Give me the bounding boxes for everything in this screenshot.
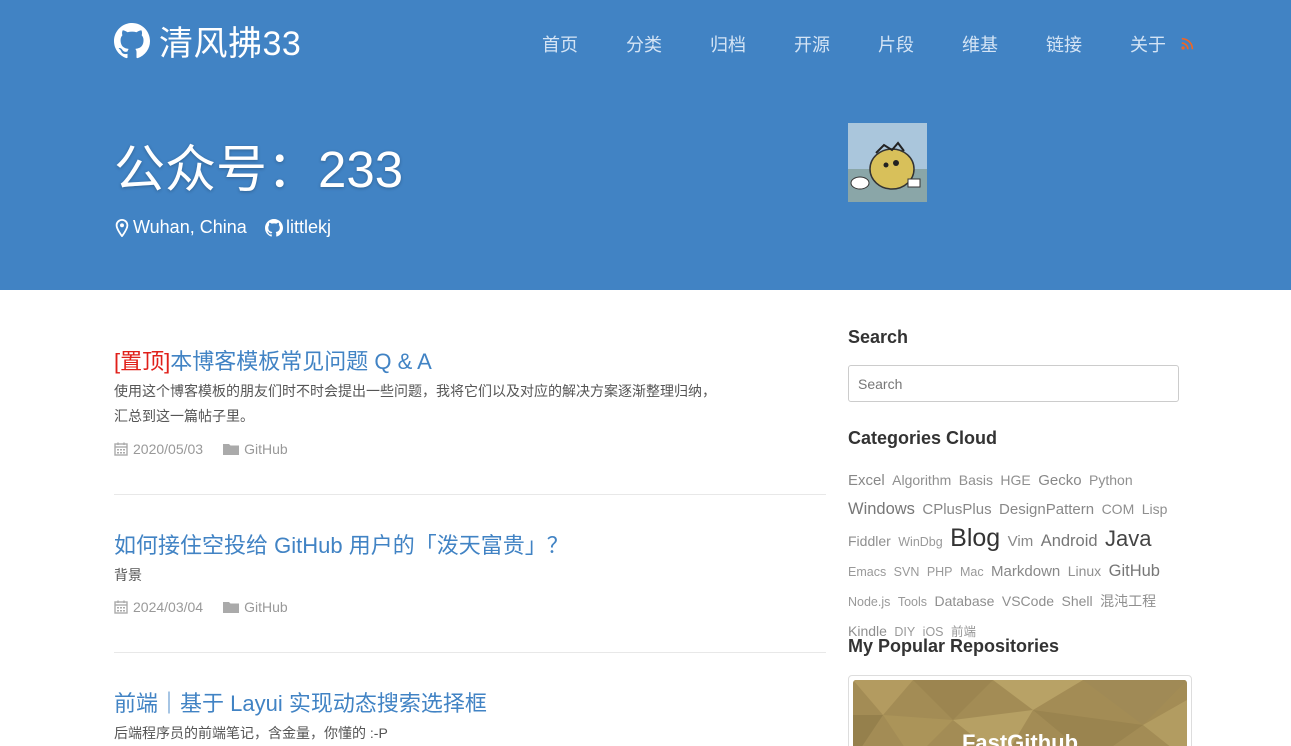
calendar-icon: [114, 600, 128, 614]
location-text: Wuhan, China: [133, 217, 247, 237]
repos-heading: My Popular Repositories: [848, 636, 1060, 656]
github-link[interactable]: littlekj: [265, 217, 331, 238]
post-category[interactable]: GitHub: [244, 441, 288, 457]
category-tag[interactable]: SVN: [894, 565, 920, 579]
category-tag[interactable]: Database: [934, 593, 994, 609]
calendar-icon: [114, 442, 128, 456]
post-excerpt: 背景: [114, 567, 142, 583]
location-pin-icon: [115, 218, 129, 237]
category-tag[interactable]: Markdown: [991, 563, 1060, 580]
category-tag[interactable]: VSCode: [1002, 593, 1054, 609]
folder-icon: [223, 444, 240, 455]
nav-item-open-source[interactable]: 开源: [794, 31, 830, 57]
post-date: 2020/05/03: [133, 441, 204, 457]
post-meta: 2020/05/03 GitHub: [114, 441, 288, 457]
categories-heading: Categories Cloud: [848, 428, 998, 448]
category-tag[interactable]: HGE: [1000, 472, 1030, 488]
category-tag[interactable]: PHP: [927, 565, 953, 579]
search-heading: Search: [848, 327, 909, 347]
post-divider: [114, 494, 826, 495]
category-tag[interactable]: Basis: [959, 472, 993, 488]
nav-item-home[interactable]: 首页: [542, 31, 578, 57]
folder-icon: [223, 602, 240, 613]
category-tag[interactable]: Shell: [1061, 593, 1092, 609]
category-tag[interactable]: Excel: [848, 472, 885, 489]
repo-banner: FastGithub: [853, 680, 1187, 746]
search-input[interactable]: [848, 365, 1179, 402]
nav-item-about[interactable]: 关于: [1130, 31, 1166, 57]
category-tag[interactable]: Algorithm: [892, 472, 951, 488]
nav-item-archives[interactable]: 归档: [710, 31, 746, 57]
category-tag[interactable]: Python: [1089, 472, 1133, 488]
nav-item-links[interactable]: 链接: [1046, 31, 1082, 57]
post-title-link[interactable]: [置顶]本博客模板常见问题 Q & A: [114, 344, 432, 376]
category-tag[interactable]: DesignPattern: [999, 501, 1094, 518]
category-tag[interactable]: Android: [1041, 532, 1098, 550]
github-username: littlekj: [286, 217, 332, 237]
post-title-link[interactable]: 前端｜基于 Layui 实现动态搜索选择框: [114, 686, 487, 718]
category-tag[interactable]: Tools: [898, 595, 927, 609]
category-tag[interactable]: CPlusPlus: [922, 501, 991, 518]
nav-item-categories[interactable]: 分类: [626, 31, 662, 57]
post-divider: [114, 652, 826, 653]
nav-item-snippets[interactable]: 片段: [878, 31, 914, 57]
category-tag[interactable]: GitHub: [1109, 562, 1160, 580]
repo-card[interactable]: FastGithub: [848, 675, 1192, 746]
category-tag[interactable]: COM: [1102, 501, 1135, 517]
category-tag[interactable]: Node.js: [848, 595, 890, 609]
category-tag[interactable]: WinDbg: [898, 535, 942, 549]
post-date: 2024/03/04: [133, 599, 204, 615]
pinned-label: [置顶]: [114, 349, 171, 374]
rss-icon[interactable]: [1181, 37, 1194, 50]
nav-item-wiki[interactable]: 维基: [962, 31, 998, 57]
category-tag[interactable]: Blog: [950, 524, 1000, 552]
post-title-text: 如何接住空投给 GitHub 用户的「泼天富贵」？: [114, 533, 569, 558]
location-info: Wuhan, China: [114, 217, 247, 238]
category-tag[interactable]: Fiddler: [848, 533, 891, 549]
category-tag[interactable]: Java: [1105, 526, 1151, 551]
post-meta: 2024/03/04 GitHub: [114, 599, 288, 615]
hero-title: 公众号：233: [114, 141, 404, 198]
category-tag[interactable]: Emacs: [848, 565, 886, 579]
site-header: 清风拂33 首页 分类 归档 开源 片段 维基 链接 关于 公众号：233 Wu…: [0, 0, 1291, 290]
main-nav: 首页 分类 归档 开源 片段 维基 链接 关于: [0, 31, 1291, 55]
post-excerpt: 后端程序员的前端笔记，含金量，你懂的 :-P: [114, 725, 388, 741]
github-icon: [265, 218, 283, 237]
post-excerpt: 使用这个博客模板的朋友们时不时会提出一些问题，我将它们以及对应的解决方案逐渐整理…: [114, 383, 716, 424]
category-tag[interactable]: Windows: [848, 500, 915, 518]
category-tag[interactable]: Vim: [1008, 533, 1034, 550]
avatar: [848, 123, 927, 202]
category-tag[interactable]: 混沌工程: [1100, 593, 1156, 609]
post-title-link[interactable]: 如何接住空投给 GitHub 用户的「泼天富贵」？: [114, 528, 569, 560]
repo-name: FastGithub: [961, 730, 1079, 746]
categories-cloud: Excel Algorithm Basis HGE Gecko Python W…: [848, 466, 1193, 647]
post-title-text: 本博客模板常见问题 Q & A: [170, 349, 432, 374]
post-category[interactable]: GitHub: [244, 599, 288, 615]
category-tag[interactable]: Linux: [1068, 563, 1101, 579]
category-tag[interactable]: Lisp: [1142, 501, 1168, 517]
category-tag[interactable]: Gecko: [1038, 472, 1081, 489]
post-title-text: 前端｜基于 Layui 实现动态搜索选择框: [114, 691, 487, 716]
category-tag[interactable]: Mac: [960, 565, 984, 579]
